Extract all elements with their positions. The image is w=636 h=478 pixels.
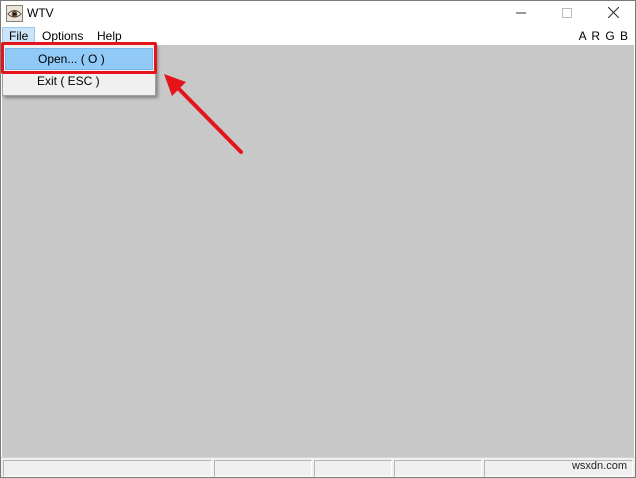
image-view-area[interactable]	[2, 45, 634, 457]
annotation-highlight-box	[1, 42, 157, 74]
status-pane	[214, 460, 312, 477]
minimize-icon	[516, 7, 526, 21]
status-pane	[394, 460, 482, 477]
window-title: WTV	[27, 6, 54, 20]
minimize-button[interactable]	[498, 1, 544, 27]
close-button[interactable]	[590, 1, 636, 27]
watermark: wsxdn.com	[571, 460, 627, 472]
status-pane	[314, 460, 392, 477]
channel-order-label[interactable]: A R G B	[579, 27, 629, 45]
close-icon	[607, 6, 619, 21]
status-pane	[3, 460, 212, 477]
status-bar: wsxdn.com	[1, 457, 635, 477]
maximize-button[interactable]	[544, 1, 590, 27]
title-bar[interactable]: WTV	[1, 1, 635, 27]
maximize-icon	[562, 7, 572, 21]
eye-icon[interactable]	[6, 5, 23, 22]
